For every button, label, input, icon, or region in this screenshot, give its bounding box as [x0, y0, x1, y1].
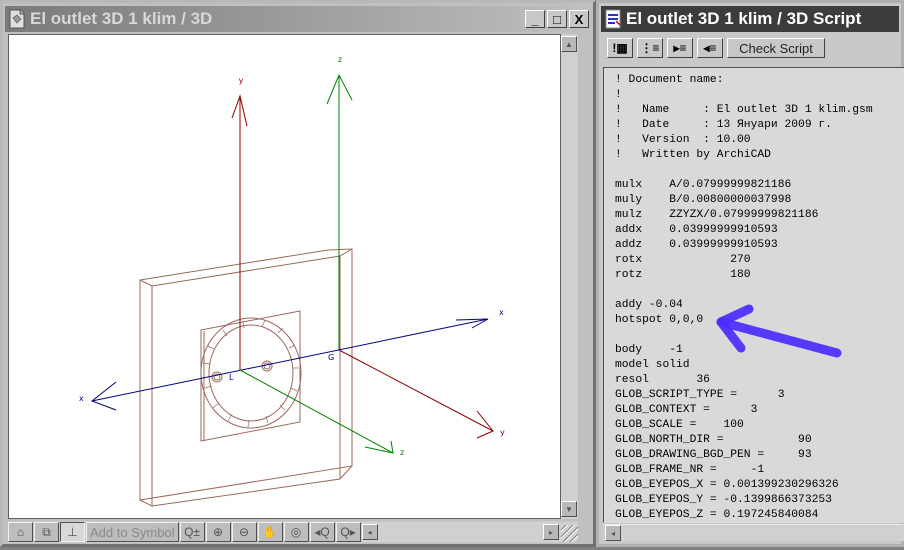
script-editor[interactable]: ! Document name:! ! Name : El outlet 3D 1…	[603, 67, 904, 523]
script-line: model solid	[615, 359, 690, 371]
script-line: rotz 180	[615, 269, 751, 281]
script-line: rotx 270	[615, 254, 751, 266]
3d-window-title: El outlet 3D 1 klim / 3D	[30, 9, 213, 28]
script-line: GLOB_EYEPOS_Z = 0.197245840084	[615, 509, 819, 521]
script-window-titlebar[interactable]: El outlet 3D 1 klim / 3D Script	[601, 6, 899, 32]
global-y-label: y	[500, 428, 505, 437]
numbered-list-icon: ⋮≡	[640, 41, 660, 55]
scroll-left-button[interactable]: ◂	[361, 524, 378, 540]
zoom-window-button[interactable]: ⧉	[34, 522, 59, 542]
local-y-label: y	[239, 76, 244, 85]
vertical-scrollbar[interactable]: ▲ ▼	[561, 34, 578, 519]
3d-bottom-toolbar: ⌂ ⧉ ⊥ Add to Symbol Q± ⊕ ⊖ ✋ ◎ ◂Q Q▸ ◂ ▸	[8, 521, 578, 543]
script-line: GLOB_EYEPOS_Y = -0.1399866373253	[615, 494, 832, 506]
3d-window: El outlet 3D 1 klim / 3D _ □ X y z x x y…	[0, 0, 596, 547]
script-line	[604, 328, 904, 343]
script-line: hotspot 0,0,0	[615, 314, 704, 326]
zoom-in-icon: ⊕	[213, 525, 224, 539]
local-z-axis	[239, 369, 394, 454]
script-line: ! Written by ArchiCAD	[615, 149, 771, 161]
3d-view-button[interactable]: ⌂	[8, 522, 33, 542]
zoom-in-button[interactable]: ⊕	[205, 522, 231, 542]
script-line: addy -0.04	[615, 299, 683, 311]
script-line: ! Name : El outlet 3D 1 klim.gsm	[615, 104, 873, 116]
global-origin-label: G	[328, 353, 334, 362]
script-line: GLOB_SCRIPT_TYPE = 3	[615, 389, 785, 401]
zoom-out-button[interactable]: ⊖	[231, 522, 257, 542]
3d-scene: y z x x y z L G	[79, 55, 505, 507]
script-scroll-left-button[interactable]: ◂	[605, 525, 621, 541]
script-line: body -1	[615, 344, 683, 356]
zoom-in-out-button[interactable]: Q±	[179, 522, 205, 542]
script-horizontal-scrollbar[interactable]: ◂	[603, 524, 904, 541]
zoom-window-icon: ⧉	[42, 524, 51, 539]
axes-toggle-button[interactable]: ⊥	[60, 522, 85, 542]
script-line	[604, 283, 904, 298]
fit-in-window-icon: ◎	[290, 525, 302, 539]
script-line	[604, 163, 904, 178]
script-line: addx 0.03999999910593	[615, 224, 778, 236]
outdent-button[interactable]: ◂≡	[697, 38, 723, 58]
x-axis	[90, 318, 489, 411]
global-z-axis	[326, 73, 353, 350]
previous-zoom-button[interactable]: ◂Q	[309, 522, 335, 542]
axes-icon: ⊥	[67, 525, 78, 539]
script-line: GLOB_CONTEXT = 3	[615, 404, 758, 416]
script-line: ! Date : 13 Януари 2009 г.	[615, 119, 832, 131]
next-zoom-icon: Q▸	[340, 525, 356, 539]
comment-toggle-button[interactable]: !▦	[607, 38, 633, 58]
script-window-title: El outlet 3D 1 klim / 3D Script	[626, 9, 862, 28]
local-z-label: z	[400, 448, 404, 457]
script-line: mulx A/0.07999999821186	[615, 179, 792, 191]
3d-viewport[interactable]: y z x x y z L G	[8, 34, 561, 519]
script-line: GLOB_DRAWING_BGD_PEN = 93	[615, 449, 812, 461]
script-line: GLOB_SCALE = 100	[615, 419, 744, 431]
script-line: ! Version : 10.00	[615, 134, 751, 146]
zoom-in-out-icon: Q±	[184, 525, 200, 539]
add-to-symbol-button[interactable]: Add to Symbol	[86, 522, 179, 542]
close-button[interactable]: X	[569, 10, 589, 28]
script-line: GLOB_EYEPOS_X = 0.001399230296326	[615, 479, 839, 491]
previous-zoom-icon: ◂Q	[314, 525, 330, 539]
global-y-axis	[338, 349, 494, 439]
numbered-list-button[interactable]: ⋮≡	[637, 38, 663, 58]
script-line: addz 0.03999999910593	[615, 239, 778, 251]
scroll-right-button[interactable]: ▸	[543, 524, 559, 540]
maximize-button[interactable]: □	[547, 10, 567, 28]
script-window: El outlet 3D 1 klim / 3D Script !▦ ⋮≡ ▸≡…	[596, 0, 904, 547]
script-line: ! Document name:	[615, 74, 724, 86]
script-line: mulz ZZYZX/0.07999999821186	[615, 209, 819, 221]
resize-grip[interactable]	[561, 525, 578, 542]
pan-button[interactable]: ✋	[257, 522, 283, 542]
script-lines: ! Document name:! ! Name : El outlet 3D 1…	[604, 68, 904, 522]
script-toolbar: !▦ ⋮≡ ▸≡ ◂≡ Check Script	[601, 34, 899, 62]
script-line: resol 36	[615, 374, 710, 386]
scroll-up-button[interactable]: ▲	[561, 36, 577, 52]
fit-in-window-button[interactable]: ◎	[283, 522, 309, 542]
outdent-icon: ◂≡	[703, 41, 717, 55]
script-line: GLOB_FRAME_NR = -1	[615, 464, 765, 476]
outlet-frame-model	[139, 248, 353, 507]
pan-hand-icon: ✋	[262, 525, 278, 539]
script-line: GLOB_NORTH_DIR = 90	[615, 434, 812, 446]
3d-window-titlebar[interactable]: El outlet 3D 1 klim / 3D _ □ X	[5, 6, 591, 32]
minimize-button[interactable]: _	[525, 10, 545, 28]
script-line: !	[615, 89, 622, 101]
local-origin-label: L	[229, 373, 234, 382]
script-document-icon	[605, 9, 621, 29]
zoom-out-icon: ⊖	[239, 525, 250, 539]
x-axis-negative-label: x	[79, 394, 84, 403]
indent-icon: ▸≡	[673, 41, 687, 55]
3d-view-icon: ⌂	[16, 525, 25, 539]
comment-toggle-icon: !▦	[612, 41, 628, 55]
indent-button[interactable]: ▸≡	[667, 38, 693, 58]
check-script-button[interactable]: Check Script	[727, 38, 825, 58]
global-z-label: z	[338, 55, 342, 64]
document-icon	[9, 9, 25, 29]
script-line: muly B/0.00800000037998	[615, 194, 792, 206]
horizontal-scrollbar[interactable]: ◂ ▸	[361, 522, 578, 542]
x-axis-positive-label: x	[499, 308, 504, 317]
next-zoom-button[interactable]: Q▸	[335, 522, 361, 542]
scroll-down-button[interactable]: ▼	[561, 501, 577, 517]
